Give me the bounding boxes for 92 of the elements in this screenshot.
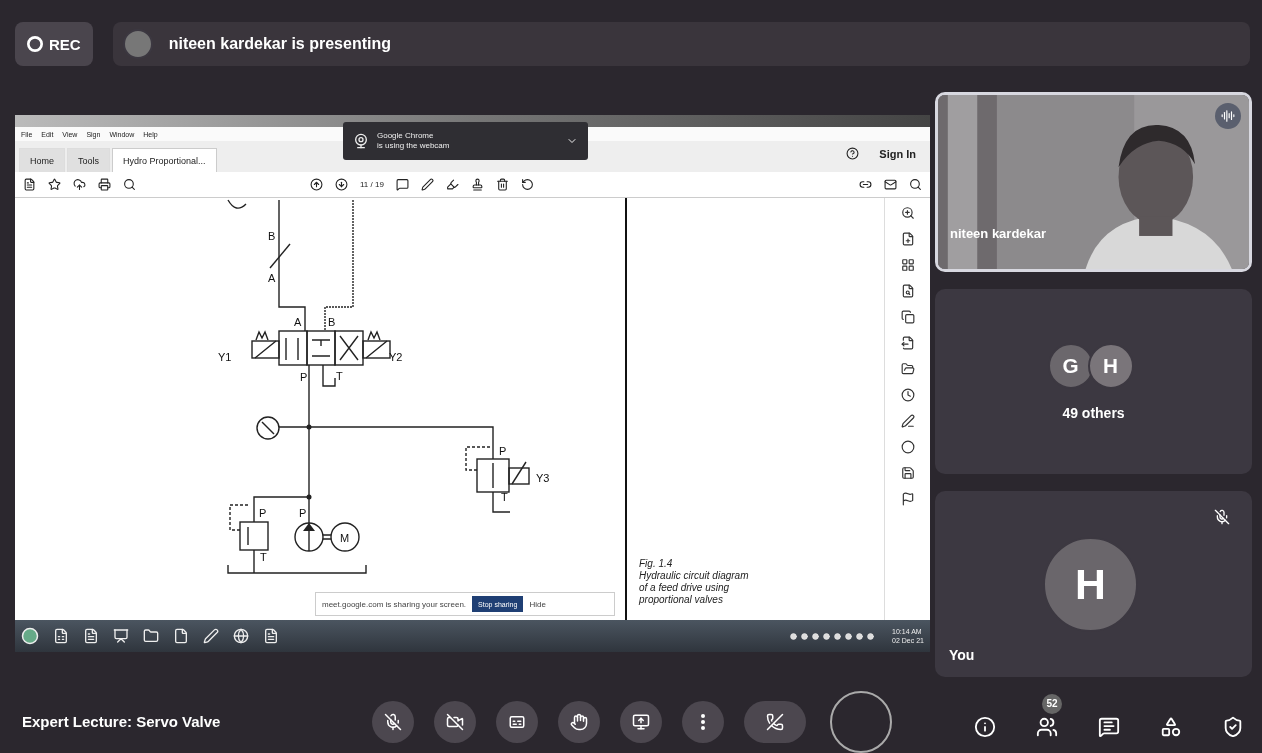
activities-button[interactable] [1160, 715, 1182, 738]
pdf-icon[interactable] [263, 628, 279, 644]
record-icon [27, 36, 43, 52]
tab[interactable]: Home [19, 148, 65, 172]
meeting-title: Expert Lecture: Servo Valve [22, 713, 222, 730]
webcam-icon [353, 133, 369, 149]
grid-icon[interactable] [900, 258, 915, 272]
diagram-label: P [299, 507, 307, 519]
captions-button[interactable] [496, 700, 538, 743]
avatar: H [1087, 342, 1134, 389]
help-icon[interactable] [846, 147, 860, 160]
tab[interactable]: Hydro Proportional... [112, 148, 217, 172]
pen-icon[interactable] [900, 414, 915, 428]
comment-icon[interactable] [395, 178, 409, 191]
hand-icon [570, 712, 588, 731]
pen-icon[interactable] [420, 178, 434, 191]
save-icon[interactable] [900, 466, 915, 480]
diagram-label: A [294, 316, 302, 328]
flag-icon[interactable] [900, 492, 915, 506]
star-icon[interactable] [48, 178, 61, 191]
microphone-off-button[interactable] [372, 700, 414, 743]
page-down-icon[interactable] [335, 178, 348, 191]
globe-icon[interactable] [233, 628, 249, 644]
avatar-icon [122, 29, 153, 59]
phone-off-icon [766, 712, 784, 731]
cloud-upload-icon[interactable] [73, 178, 86, 191]
highlighter-icon[interactable] [445, 178, 459, 191]
figure-caption: Fig. 1.4 Hydraulic circuit diagram of a feed drive using proportional valves [639, 558, 750, 606]
file-search-icon[interactable] [900, 284, 915, 298]
microphone-off-icon [384, 712, 402, 731]
present-button[interactable] [620, 700, 662, 743]
file-plus-icon[interactable] [900, 232, 915, 246]
document-icon[interactable] [83, 628, 99, 644]
people-count-badge: 52 [1042, 693, 1062, 714]
sign-in-link[interactable]: Sign In [879, 147, 916, 160]
others-count: 49 others [1062, 404, 1125, 421]
diagram-label: T [260, 551, 267, 563]
presenting-text: niteen kardekar is presenting [168, 35, 391, 53]
start-icon[interactable] [21, 627, 39, 645]
mail-icon[interactable] [884, 178, 897, 191]
search-icon[interactable] [909, 178, 922, 191]
hide-link[interactable]: Hide [529, 599, 546, 609]
more-options-button[interactable] [682, 700, 724, 743]
diagram-label: Y1 [218, 351, 232, 363]
printer-icon[interactable] [98, 178, 111, 191]
diagram-label: P [259, 507, 267, 519]
participant-name: You [949, 647, 975, 663]
link-icon[interactable] [859, 178, 872, 191]
participant-name: niteen kardekar [950, 226, 1047, 241]
folder-icon[interactable] [900, 362, 915, 376]
notice-text: is using the webcam [377, 141, 451, 151]
zoom-in-icon[interactable] [900, 206, 915, 220]
more-icon [701, 713, 705, 730]
diagram-label: M [340, 532, 350, 544]
diagram-label: Y2 [389, 351, 403, 363]
circle-icon[interactable] [900, 440, 915, 454]
diagram-label: Y3 [536, 472, 550, 484]
sharing-text: meet.google.com is sharing your screen. [322, 599, 467, 609]
undo-icon[interactable] [520, 178, 534, 191]
trash-icon[interactable] [495, 178, 509, 191]
presentation-icon[interactable] [113, 628, 129, 644]
copy-icon[interactable] [900, 310, 915, 324]
page-indicator: 11 / 19 [360, 180, 384, 189]
clock-icon[interactable] [900, 388, 915, 402]
diagram-label: B [328, 316, 336, 328]
file-output-icon[interactable] [900, 336, 915, 350]
diagram-label: T [336, 370, 343, 382]
stamp-icon[interactable] [470, 178, 484, 191]
host-controls-button[interactable] [1222, 715, 1244, 738]
end-call-button[interactable] [744, 700, 806, 743]
diagram-label: A [268, 272, 276, 284]
recording-label: REC [49, 35, 81, 53]
page-up-icon[interactable] [310, 178, 323, 191]
notice-title: Google Chrome [377, 131, 435, 141]
diagram-label: P [499, 445, 507, 457]
diagram-label: B [268, 230, 276, 242]
raise-hand-button[interactable] [558, 700, 600, 743]
ring-icon [830, 690, 892, 753]
spreadsheet-icon[interactable] [53, 628, 69, 644]
diagram-label: T [501, 491, 508, 503]
chat-button[interactable] [1098, 715, 1120, 738]
tab[interactable]: Tools [67, 148, 111, 172]
diagram-label: P [300, 371, 308, 383]
document-icon[interactable] [23, 178, 36, 191]
search-icon[interactable] [123, 178, 136, 191]
file-icon[interactable] [173, 628, 189, 644]
folder-icon[interactable] [143, 628, 159, 644]
avatar: H [1043, 536, 1138, 632]
info-button[interactable] [974, 715, 996, 738]
monitor-upload-icon [632, 712, 650, 731]
camera-off-button[interactable] [434, 700, 476, 743]
camera-off-icon [446, 712, 464, 731]
